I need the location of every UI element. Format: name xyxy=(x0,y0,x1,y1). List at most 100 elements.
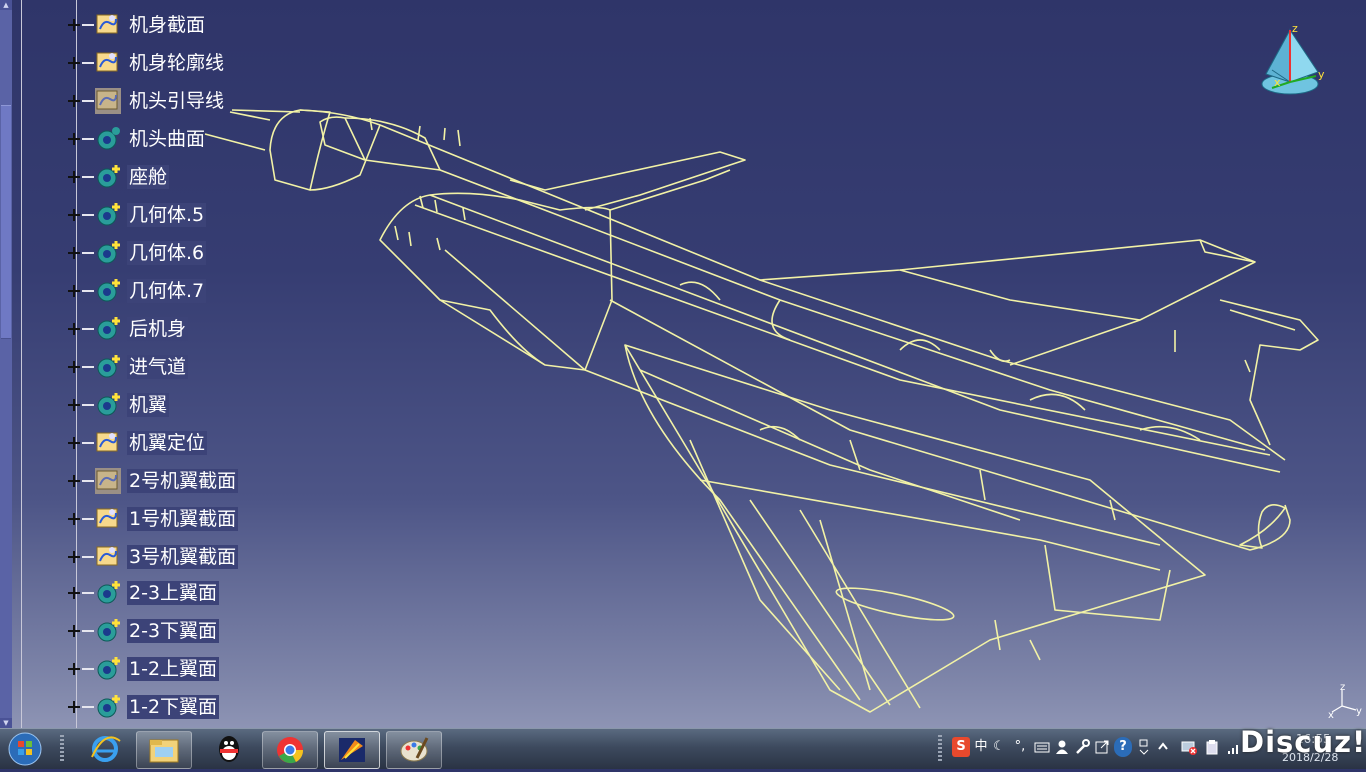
sketch-icon xyxy=(94,543,122,571)
tree-label[interactable]: 2-3上翼面 xyxy=(127,581,220,605)
expand-plus-icon[interactable] xyxy=(68,209,80,221)
tree-label[interactable]: 座舱 xyxy=(127,165,170,189)
qq-icon[interactable] xyxy=(202,731,256,767)
help-icon[interactable]: ? xyxy=(1114,737,1132,757)
geometrical-set-icon xyxy=(94,693,122,721)
show-hidden-icons-button[interactable] xyxy=(1156,737,1170,757)
tree-label[interactable]: 3号机翼截面 xyxy=(127,545,239,569)
catia-icon[interactable] xyxy=(324,731,380,769)
geometrical-set-icon xyxy=(94,579,122,607)
tree-label[interactable]: 1-2上翼面 xyxy=(127,657,220,681)
windows-taskbar: S 中 ☾ °, ? 16:55 2018/2/28 Discuz! xyxy=(0,725,1366,769)
sketch-icon xyxy=(94,429,122,457)
internet-explorer-icon[interactable] xyxy=(78,731,132,767)
tree-label[interactable]: 进气道 xyxy=(127,355,189,379)
user-icon[interactable] xyxy=(1054,737,1070,757)
tree-connector xyxy=(82,592,94,594)
catia-3d-viewport[interactable]: ▲ ▼ 机身截面 机身轮廓线 机头引导线 机头曲面 座舱 几何体.5 几何体.6… xyxy=(0,0,1366,728)
tree-label[interactable]: 2号机翼截面 xyxy=(127,469,239,493)
expand-plus-icon[interactable] xyxy=(68,701,80,713)
ime-logo-icon[interactable]: S xyxy=(952,737,970,757)
expand-plus-icon[interactable] xyxy=(68,625,80,637)
geometrical-set-icon xyxy=(94,125,122,153)
tree-label[interactable]: 1号机翼截面 xyxy=(127,507,239,531)
tree-connector xyxy=(82,252,94,254)
geometrical-set-icon xyxy=(94,201,122,229)
keyboard-icon[interactable] xyxy=(1034,737,1050,757)
tree-label[interactable]: 机翼定位 xyxy=(127,431,208,455)
tray-grip[interactable] xyxy=(938,735,942,763)
tree-connector xyxy=(82,290,94,292)
tree-label[interactable]: 机头曲面 xyxy=(127,127,207,151)
wrench-icon[interactable] xyxy=(1074,737,1090,757)
ime-mode-indicator[interactable]: 中 xyxy=(972,737,990,757)
expand-plus-icon[interactable] xyxy=(68,399,80,411)
tree-connector xyxy=(82,706,94,708)
tree-connector xyxy=(82,404,94,406)
expand-plus-icon[interactable] xyxy=(68,323,80,335)
tree-label[interactable]: 机身截面 xyxy=(127,13,207,37)
tree-connector xyxy=(82,442,94,444)
tree-label[interactable]: 2-3下翼面 xyxy=(127,619,220,643)
punctuation-icon[interactable]: °, xyxy=(1010,737,1030,757)
sketch-icon xyxy=(94,49,122,77)
tree-label[interactable]: 后机身 xyxy=(127,317,189,341)
expand-plus-icon[interactable] xyxy=(68,513,80,525)
expand-plus-icon[interactable] xyxy=(68,551,80,563)
expand-plus-icon[interactable] xyxy=(68,247,80,259)
expand-plus-icon[interactable] xyxy=(68,587,80,599)
taskbar-grip[interactable] xyxy=(60,735,64,763)
geometrical-set-icon xyxy=(94,617,122,645)
moon-icon[interactable]: ☾ xyxy=(992,737,1006,757)
triad-y-label: y xyxy=(1356,706,1362,717)
expand-plus-icon[interactable] xyxy=(68,133,80,145)
tree-label[interactable]: 机翼 xyxy=(127,393,170,417)
tree-label[interactable]: 几何体.7 xyxy=(127,279,207,303)
sketch-icon xyxy=(94,505,122,533)
expand-plus-icon[interactable] xyxy=(68,171,80,183)
geometrical-set-icon xyxy=(94,163,122,191)
expand-plus-icon[interactable] xyxy=(68,475,80,487)
geometrical-set-icon xyxy=(94,315,122,343)
paint-icon[interactable] xyxy=(386,731,442,769)
tree-label[interactable]: 机身轮廓线 xyxy=(127,51,226,75)
view-compass[interactable]: z x y xyxy=(1258,22,1330,98)
share-icon[interactable] xyxy=(1094,737,1110,757)
tree-connector xyxy=(82,214,94,216)
expand-plus-icon[interactable] xyxy=(68,95,80,107)
watermark-logo: Discuz! xyxy=(1240,725,1366,759)
tree-label[interactable]: 机头引导线 xyxy=(127,89,226,113)
tree-label[interactable]: 几何体.5 xyxy=(127,203,207,227)
hidden-sketch-icon xyxy=(94,467,122,495)
compass-z-label: z xyxy=(1292,22,1298,35)
clipboard-icon[interactable] xyxy=(1204,737,1220,757)
geometrical-set-icon xyxy=(94,655,122,683)
tree-connector xyxy=(82,366,94,368)
file-explorer-icon[interactable] xyxy=(136,731,192,769)
tree-connector xyxy=(82,138,94,140)
tray-tools-icon[interactable] xyxy=(1138,737,1150,757)
tree-connector xyxy=(82,62,94,64)
tree-label[interactable]: 几何体.6 xyxy=(127,241,207,265)
chrome-icon[interactable] xyxy=(262,731,318,769)
expand-plus-icon[interactable] xyxy=(68,285,80,297)
expand-plus-icon[interactable] xyxy=(68,663,80,675)
compass-y-label: y xyxy=(1318,68,1325,81)
tree-connector xyxy=(82,668,94,670)
tree-connector xyxy=(82,100,94,102)
network-error-icon[interactable] xyxy=(1180,737,1198,757)
tree-connector xyxy=(82,480,94,482)
tree-label[interactable]: 1-2下翼面 xyxy=(127,695,220,719)
expand-plus-icon[interactable] xyxy=(68,57,80,69)
start-button[interactable] xyxy=(6,731,44,767)
geometrical-set-icon xyxy=(94,391,122,419)
geometrical-set-icon xyxy=(94,277,122,305)
tree-connector xyxy=(82,556,94,558)
expand-plus-icon[interactable] xyxy=(68,437,80,449)
axis-triad: z x y xyxy=(1328,682,1364,721)
tree-connector xyxy=(82,328,94,330)
triad-x-label: x xyxy=(1328,710,1334,720)
expand-plus-icon[interactable] xyxy=(68,361,80,373)
expand-plus-icon[interactable] xyxy=(68,19,80,31)
tree-connector xyxy=(82,24,94,26)
